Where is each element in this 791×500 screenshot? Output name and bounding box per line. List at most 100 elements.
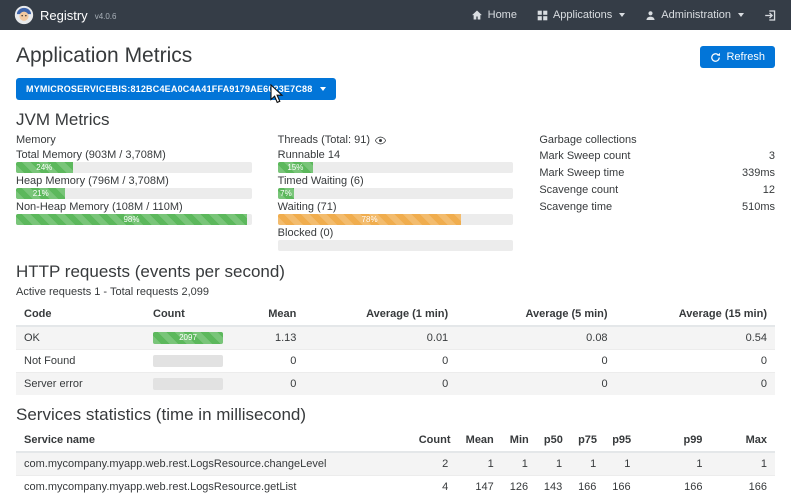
progress-bar-label: 21% xyxy=(33,189,49,198)
service-p95-cell: 166 xyxy=(604,476,638,499)
col-header-mean: Mean xyxy=(456,429,502,452)
http-avg1-cell: 0 xyxy=(304,373,456,396)
count-bar: 2097 xyxy=(153,332,223,344)
col-header-min: Min xyxy=(502,429,536,452)
service-min-cell: 1 xyxy=(502,452,536,476)
progress-bar: 78% xyxy=(278,214,462,225)
col-header-p95: p95 xyxy=(604,429,638,452)
gc-row: Scavenge count 12 xyxy=(539,181,775,198)
top-navbar: Registry v4.0.6 Home Applications Admini… xyxy=(0,0,791,30)
progress-track: 98% xyxy=(16,214,252,225)
memory-column: Memory Total Memory (903M / 3,708M) 24% … xyxy=(16,133,252,252)
eye-icon[interactable] xyxy=(375,136,386,145)
table-row: com.mycompany.myapp.web.rest.LogsResourc… xyxy=(16,452,775,476)
progress-track: 78% xyxy=(278,214,514,225)
registry-logo-icon xyxy=(14,5,34,25)
http-count-cell xyxy=(145,373,251,396)
garbage-collections-column: Garbage collections Mark Sweep count 3 M… xyxy=(539,133,775,252)
threads-caption: Threads (Total: 91) xyxy=(278,133,370,147)
metric-blocked: Blocked (0) xyxy=(278,227,514,251)
service-max-cell: 166 xyxy=(710,476,775,499)
service-p99-cell: 166 xyxy=(638,476,710,499)
col-header-avg1: Average (1 min) xyxy=(304,303,456,326)
http-avg5-cell: 0 xyxy=(456,350,615,373)
progress-track: 21% xyxy=(16,188,252,199)
chevron-down-icon xyxy=(738,13,744,17)
applications-icon xyxy=(537,10,548,21)
sign-out-button[interactable] xyxy=(764,9,777,22)
service-p75-cell: 166 xyxy=(570,476,604,499)
refresh-icon xyxy=(710,52,721,63)
http-requests-title: HTTP requests (events per second) xyxy=(16,262,775,282)
service-p95-cell: 1 xyxy=(604,452,638,476)
nav-item-administration[interactable]: Administration xyxy=(645,9,744,21)
http-requests-summary: Active requests 1 - Total requests 2,099 xyxy=(16,286,775,299)
count-bar-track: 2097 xyxy=(153,332,223,344)
http-avg1-cell: 0.01 xyxy=(304,326,456,350)
metric-heap-memory: Heap Memory (796M / 3,708M) 21% xyxy=(16,175,252,199)
progress-bar-label: 7% xyxy=(280,189,292,198)
refresh-button[interactable]: Refresh xyxy=(700,46,775,68)
service-mean-cell: 1 xyxy=(456,452,502,476)
http-avg5-cell: 0 xyxy=(456,373,615,396)
metric-label: Total Memory (903M / 3,708M) xyxy=(16,149,252,161)
memory-caption: Memory xyxy=(16,133,252,147)
metric-label: Heap Memory (796M / 3,708M) xyxy=(16,175,252,187)
administration-icon xyxy=(645,10,656,21)
gc-value: 12 xyxy=(763,183,775,197)
jvm-metrics-title: JVM Metrics xyxy=(16,110,775,130)
brand-name: Registry xyxy=(40,8,88,23)
metric-timed-waiting: Timed Waiting (6) 7% xyxy=(278,175,514,199)
table-row: OK 2097 1.13 0.01 0.08 0.54 xyxy=(16,326,775,350)
col-header-p75: p75 xyxy=(570,429,604,452)
table-header-row: Code Count Mean Average (1 min) Average … xyxy=(16,303,775,326)
gc-label: Scavenge time xyxy=(539,200,612,214)
http-avg15-cell: 0.54 xyxy=(616,326,775,350)
gc-label: Scavenge count xyxy=(539,183,618,197)
gc-row: Scavenge time 510ms xyxy=(539,198,775,215)
http-mean-cell: 0 xyxy=(251,373,304,396)
metric-label: Timed Waiting (6) xyxy=(278,175,514,187)
service-p50-cell: 1 xyxy=(536,452,570,476)
nav-menu: Home Applications Administration xyxy=(471,9,777,22)
metric-waiting: Waiting (71) 78% xyxy=(278,201,514,225)
http-count-cell: 2097 xyxy=(145,326,251,350)
progress-bar: 24% xyxy=(16,162,73,173)
instance-selector-dropdown[interactable]: MYMICROSERVICEBIS:812BC4EA0C4A41FFA9179A… xyxy=(16,78,336,100)
http-mean-cell: 0 xyxy=(251,350,304,373)
progress-track: 15% xyxy=(278,162,514,173)
gc-row: Mark Sweep count 3 xyxy=(539,147,775,164)
table-row: Not Found 0 0 0 0 xyxy=(16,350,775,373)
gc-label: Mark Sweep time xyxy=(539,166,624,180)
col-header-avg15: Average (15 min) xyxy=(616,303,775,326)
gc-value: 3 xyxy=(769,149,775,163)
table-row: Server error 0 0 0 0 xyxy=(16,373,775,396)
progress-bar-label: 98% xyxy=(123,215,139,224)
col-header-count: Count xyxy=(145,303,251,326)
http-code-cell: Not Found xyxy=(16,350,145,373)
table-row: com.mycompany.myapp.web.rest.LogsResourc… xyxy=(16,476,775,499)
table-header-row: Service name Count Mean Min p50 p75 p95 … xyxy=(16,429,775,452)
progress-bar: 21% xyxy=(16,188,65,199)
col-header-avg5: Average (5 min) xyxy=(456,303,615,326)
http-avg15-cell: 0 xyxy=(616,350,775,373)
http-requests-table: Code Count Mean Average (1 min) Average … xyxy=(16,303,775,395)
col-header-p50: p50 xyxy=(536,429,570,452)
services-statistics-table: Service name Count Mean Min p50 p75 p95 … xyxy=(16,429,775,498)
service-name-cell: com.mycompany.myapp.web.rest.LogsResourc… xyxy=(16,476,411,499)
service-count-cell: 4 xyxy=(411,476,457,499)
progress-bar: 15% xyxy=(278,162,313,173)
services-statistics-title: Services statistics (time in millisecond… xyxy=(16,405,775,425)
progress-track: 7% xyxy=(278,188,514,199)
col-header-count: Count xyxy=(411,429,457,452)
nav-item-applications[interactable]: Applications xyxy=(537,9,625,21)
metric-nonheap-memory: Non-Heap Memory (108M / 110M) 98% xyxy=(16,201,252,225)
chevron-down-icon xyxy=(320,87,326,91)
http-code-cell: OK xyxy=(16,326,145,350)
nav-item-home[interactable]: Home xyxy=(471,9,517,21)
brand-version: v4.0.6 xyxy=(95,12,117,21)
http-avg5-cell: 0.08 xyxy=(456,326,615,350)
brand-home-link[interactable]: Registry v4.0.6 xyxy=(14,5,116,25)
service-count-cell: 2 xyxy=(411,452,457,476)
refresh-label: Refresh xyxy=(726,51,765,63)
